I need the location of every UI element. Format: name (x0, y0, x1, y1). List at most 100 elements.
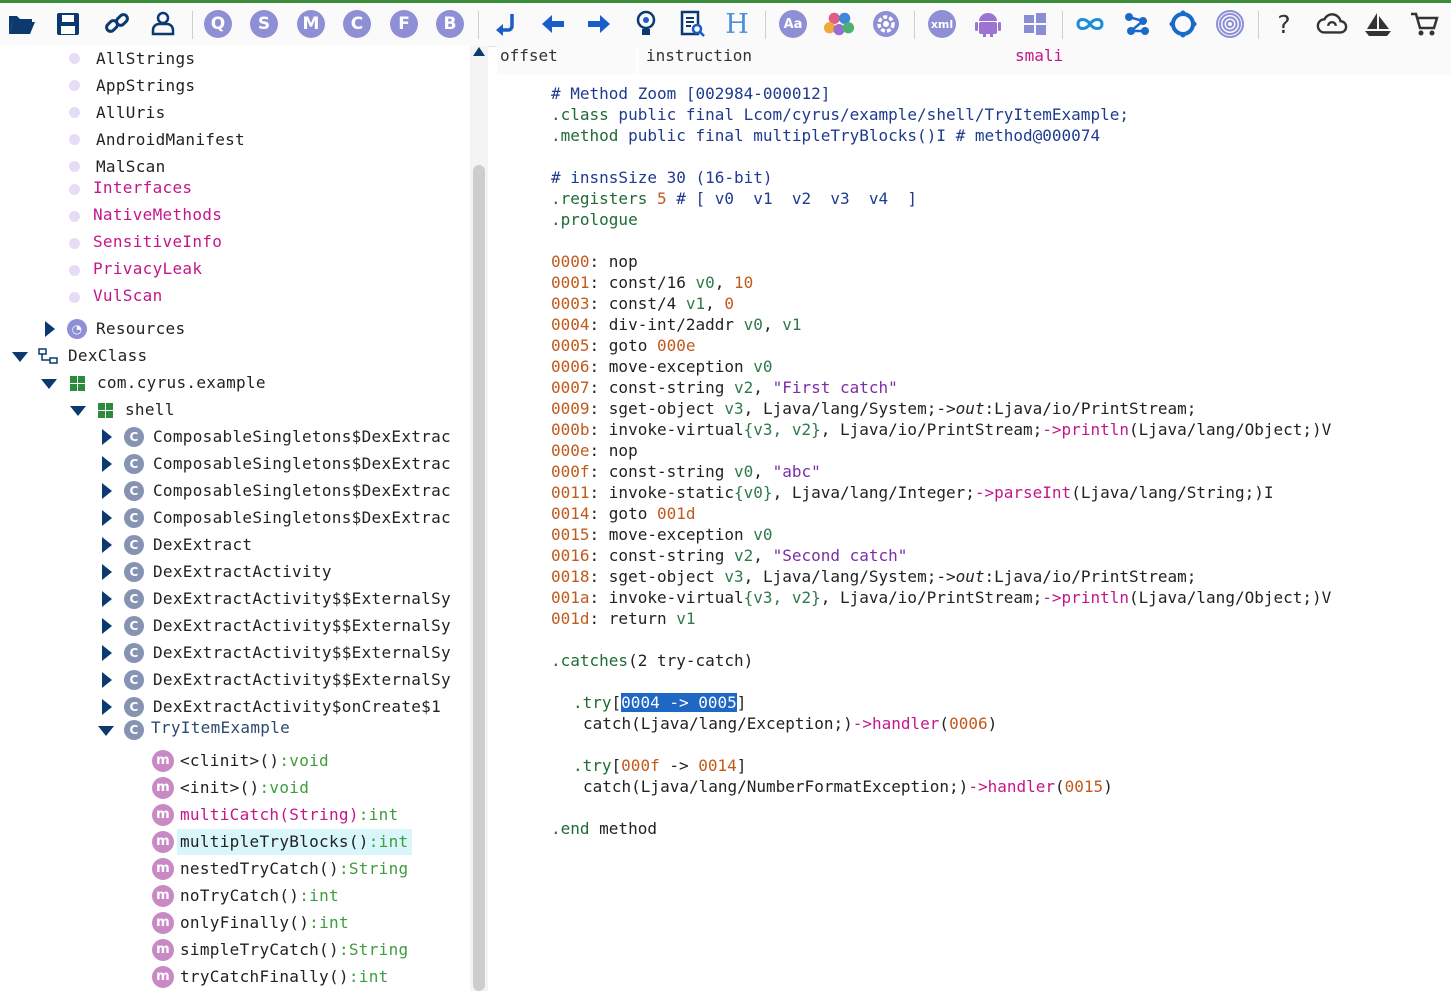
gear-icon[interactable] (870, 8, 902, 40)
code-line-0015[interactable]: 0015: move-exception v0 (551, 524, 773, 545)
save-icon[interactable] (52, 8, 84, 40)
expand-arrow-icon[interactable] (45, 321, 55, 337)
code-line-0001[interactable]: 0001: const/16 v0, 10 (551, 272, 753, 293)
code-catch-2[interactable]: catch(Ljava/lang/NumberFormatException;)… (583, 776, 1113, 797)
infinity-icon[interactable] (1074, 8, 1106, 40)
tree-item-sensitiveinfo[interactable]: SensitiveInfo (0, 231, 470, 253)
code-line-000b[interactable]: 000b: invoke-virtual{v3, v2}, Ljava/io/P… (551, 419, 1331, 440)
flower-icon[interactable] (823, 8, 855, 40)
tree-item-dexclass[interactable]: DexClass (0, 345, 470, 367)
m-circle-icon[interactable]: M (295, 8, 327, 40)
tree-item-class[interactable]: C ComposableSingletons$DexExtrac (0, 453, 470, 475)
tree-item-alluris[interactable]: AllUris (0, 102, 470, 124)
tree-method-init[interactable]: m <init>():void (0, 777, 470, 799)
cloud-icon[interactable] (1316, 8, 1348, 40)
smali-code-view[interactable]: # Method Zoom [002984-000012] .class pub… (497, 80, 1451, 991)
expand-arrow-icon[interactable] (102, 456, 112, 472)
tree-item-malscan[interactable]: MalScan (0, 156, 470, 178)
code-line-0016[interactable]: 0016: const-string v2, "Second catch" (551, 545, 907, 566)
tree-item-class[interactable]: C ComposableSingletons$DexExtrac (0, 480, 470, 502)
windows-icon[interactable] (1019, 8, 1051, 40)
android-icon[interactable] (972, 8, 1004, 40)
code-line-0009[interactable]: 0009: sget-object v3, Ljava/lang/System;… (551, 398, 1196, 419)
collapse-arrow-icon[interactable] (98, 726, 114, 736)
tree-scrollbar-thumb[interactable] (473, 165, 485, 991)
expand-arrow-icon[interactable] (102, 483, 112, 499)
expand-arrow-icon[interactable] (102, 591, 112, 607)
code-line-0006[interactable]: 0006: move-exception v0 (551, 356, 773, 377)
tree-item-class[interactable]: C DexExtractActivity$$ExternalSy (0, 642, 470, 664)
tree-item-package[interactable]: com.cyrus.example (0, 372, 470, 394)
help-icon[interactable]: ? (1268, 8, 1300, 40)
tree-item-class[interactable]: C ComposableSingletons$DexExtrac (0, 507, 470, 529)
code-catch-1[interactable]: catch(Ljava/lang/Exception;)->handler(00… (583, 713, 997, 734)
arrow-left-icon[interactable] (537, 8, 569, 40)
document-search-icon[interactable] (676, 8, 708, 40)
cart-icon[interactable] (1408, 8, 1440, 40)
code-line-0007[interactable]: 0007: const-string v2, "First catch" (551, 377, 898, 398)
code-line-000e[interactable]: 000e: nop (551, 440, 638, 461)
c-circle-icon[interactable]: C (341, 8, 373, 40)
tree-item-vulscan[interactable]: VulScan (0, 285, 470, 307)
column-instruction[interactable]: instruction (638, 46, 1012, 74)
tree-item-nativemethods[interactable]: NativeMethods (0, 204, 470, 226)
scroll-up-icon[interactable] (473, 47, 485, 56)
code-line-001d[interactable]: 001d: return v1 (551, 608, 696, 629)
open-folder-icon[interactable] (6, 8, 38, 40)
link-icon[interactable] (101, 8, 133, 40)
tree-item-class[interactable]: C DexExtractActivity$$ExternalSy (0, 669, 470, 691)
tree-item-tryitemexample[interactable]: C TryItemExample (0, 717, 470, 740)
tree-item-appstrings[interactable]: AppStrings (0, 75, 470, 97)
expand-arrow-icon[interactable] (102, 618, 112, 634)
b-circle-icon[interactable]: B (434, 8, 466, 40)
code-try-1[interactable]: .try[0004 -> 0005] (573, 692, 746, 713)
bulb-icon[interactable] (630, 8, 662, 40)
f-circle-icon[interactable]: F (388, 8, 420, 40)
expand-arrow-icon[interactable] (102, 510, 112, 526)
column-smali[interactable]: smali (1009, 46, 1451, 74)
tree-method-simpletrycatch[interactable]: m simpleTryCatch():String (0, 939, 470, 961)
expand-arrow-icon[interactable] (102, 645, 112, 661)
tree-method-trycatchfinally[interactable]: m tryCatchFinally():int (0, 966, 470, 988)
tree-item-allstrings[interactable]: AllStrings (0, 48, 470, 70)
xml-circle-icon[interactable]: xml (926, 8, 958, 40)
tree-item-interfaces[interactable]: Interfaces (0, 177, 470, 199)
ship-icon[interactable] (1362, 8, 1394, 40)
tree-item-resources[interactable]: ◔ Resources (0, 318, 470, 340)
s-circle-icon[interactable]: S (248, 8, 280, 40)
collapse-arrow-icon[interactable] (41, 379, 57, 389)
tree-item-class[interactable]: C DexExtractActivity$$ExternalSy (0, 588, 470, 610)
aa-circle-icon[interactable]: Aa (777, 8, 809, 40)
code-line-0014[interactable]: 0014: goto 001d (551, 503, 696, 524)
tree-item-class[interactable]: C DexExtract (0, 534, 470, 556)
expand-arrow-icon[interactable] (102, 564, 112, 580)
tree-item-privacyleak[interactable]: PrivacyLeak (0, 258, 470, 280)
code-line-000f[interactable]: 000f: const-string v0, "abc" (551, 461, 821, 482)
arrow-left-hook-icon[interactable] (491, 8, 523, 40)
expand-arrow-icon[interactable] (102, 672, 112, 688)
expand-arrow-icon[interactable] (102, 699, 112, 715)
tree-method-notrycatch[interactable]: m noTryCatch():int (0, 885, 470, 907)
tree-item-class[interactable]: C DexExtractActivity (0, 561, 470, 583)
q-circle-icon[interactable]: Q (202, 8, 234, 40)
fingerprint-icon[interactable] (1214, 8, 1246, 40)
column-offset[interactable]: offset (497, 46, 637, 74)
expand-arrow-icon[interactable] (102, 537, 112, 553)
code-line-0004[interactable]: 0004: div-int/2addr v0, v1 (551, 314, 801, 335)
tree-method-multipletryblocks-selected[interactable]: m multipleTryBlocks():int (0, 829, 470, 855)
tree-item-class[interactable]: C DexExtractActivity$$ExternalSy (0, 615, 470, 637)
circle-ring-icon[interactable] (1167, 8, 1199, 40)
collapse-arrow-icon[interactable] (12, 352, 28, 362)
code-line-0000[interactable]: 0000: nop (551, 251, 638, 272)
code-line-0003[interactable]: 0003: const/4 v1, 0 (551, 293, 734, 314)
code-line-0018[interactable]: 0018: sget-object v3, Ljava/lang/System;… (551, 566, 1196, 587)
network-icon[interactable] (1121, 8, 1153, 40)
tree-item-class[interactable]: C ComposableSingletons$DexExtrac (0, 426, 470, 448)
tree-item-androidmanifest[interactable]: AndroidManifest (0, 129, 470, 151)
code-try-2[interactable]: .try[000f -> 0014] (573, 755, 746, 776)
tree-item-class[interactable]: C DexExtractActivity$onCreate$1 (0, 696, 470, 718)
code-line-0011[interactable]: 0011: invoke-static{v0}, Ljava/lang/Inte… (551, 482, 1273, 503)
tree-method-onlyfinally[interactable]: m onlyFinally():int (0, 912, 470, 934)
tree-method-nestedtrycatch[interactable]: m nestedTryCatch():String (0, 858, 470, 880)
collapse-arrow-icon[interactable] (70, 406, 86, 416)
